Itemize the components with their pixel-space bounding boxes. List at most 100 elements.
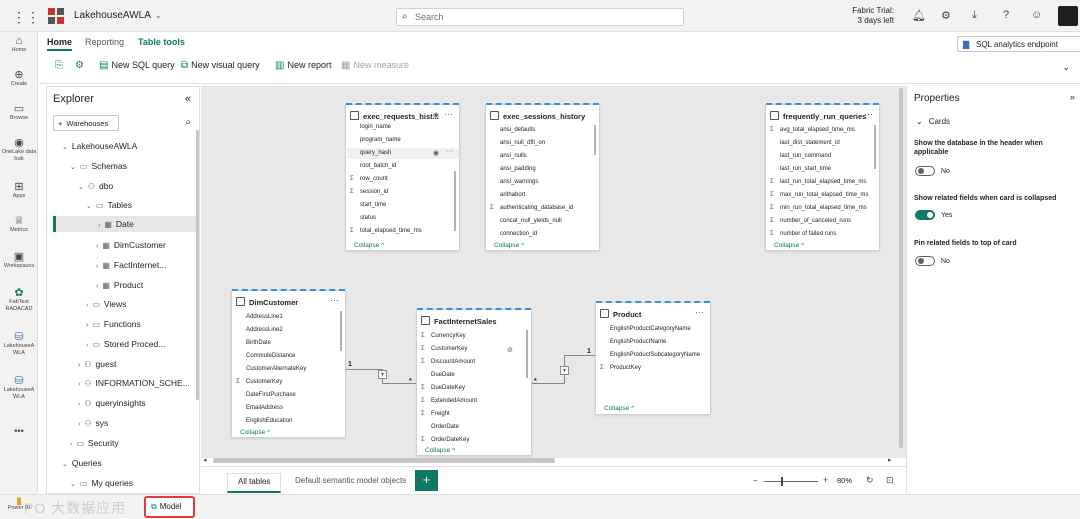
field[interactable]: Σmax_run_total_elapsed_time_ms	[770, 192, 868, 198]
field[interactable]: CommuteDistance	[246, 353, 295, 359]
ribbon-expand-icon[interactable]: ⌄	[1062, 62, 1070, 73]
tab-all-tables[interactable]: All tables	[227, 473, 282, 493]
card-scrollbar[interactable]	[340, 311, 342, 351]
field[interactable]: Σ ProductKey	[600, 365, 641, 371]
field[interactable]: root_batch_id	[360, 163, 396, 169]
relationship-line[interactable]	[564, 355, 595, 356]
rail-metrics[interactable]: ♕ Metrics	[0, 216, 38, 234]
rail-lakehouse-2[interactable]: ⛁ LakehouseA WLA	[0, 376, 38, 401]
bell-icon[interactable]: 🔔︎	[912, 9, 926, 22]
rail-fabtest[interactable]: ✿ FabTest RADACAD	[0, 288, 38, 313]
hidden-eye-icon[interactable]: ⊘	[507, 346, 513, 354]
show-related-fields-toggle[interactable]	[915, 210, 935, 220]
search-box[interactable]: ⌕ Search	[396, 8, 684, 26]
zoom-out-icon[interactable]: −	[753, 476, 758, 485]
collapse-link[interactable]: Collapse ^	[425, 447, 455, 454]
field[interactable]: Σlast_run_total_elapsed_time_ms	[770, 179, 866, 185]
field[interactable]: Σnumber of failed runs	[770, 231, 836, 237]
add-warehouses-button[interactable]: + Warehouses	[53, 115, 119, 131]
new-report-button[interactable]: ▥ New report	[275, 60, 331, 71]
cards-section-header[interactable]: ⌄ Cards	[916, 117, 950, 126]
field[interactable]: ansi_padding	[500, 166, 536, 172]
card-exec-requests-history[interactable]: exec_requests_hist... ◉ ··· login_name p…	[345, 103, 460, 251]
field[interactable]: DateFirstPurchase	[246, 392, 296, 398]
rail-lakehouse-1[interactable]: ⛁ LakehouseA WLA	[0, 332, 38, 357]
tree-my-queries[interactable]: ⌄ ▭ My queries	[70, 478, 133, 488]
card-scrollbar[interactable]	[454, 171, 456, 231]
rail-apps[interactable]: ⊞ Apps	[0, 182, 38, 200]
new-visual-query-button[interactable]: ⧉ New visual query	[181, 60, 260, 71]
avatar[interactable]	[1058, 6, 1078, 26]
rail-onelake[interactable]: ◉ OneLake data hub	[0, 138, 38, 163]
card-scrollbar[interactable]	[594, 125, 596, 155]
more-options-icon[interactable]: ···	[695, 307, 704, 317]
field[interactable]: last_run_command	[780, 153, 831, 159]
tree-guest[interactable]: › ⚇ guest	[78, 359, 116, 369]
tree-tables[interactable]: ⌄ ▭ Tables	[86, 200, 132, 210]
rail-home[interactable]: ⌂ Home	[0, 36, 38, 54]
more-options-icon[interactable]: ···	[446, 148, 453, 155]
field[interactable]: start_time	[360, 202, 386, 208]
card-factinternetsales[interactable]: FactInternetSales Σ CurrencyKey Σ Customer…	[416, 308, 532, 456]
more-options-icon[interactable]: ···	[330, 295, 339, 305]
field[interactable]: AddressLine1	[246, 314, 283, 320]
zoom-slider[interactable]	[764, 481, 818, 482]
rail-create[interactable]: ⊕ Create	[0, 70, 38, 88]
field[interactable]: Σavg_total_elapsed_time_ms	[770, 127, 855, 133]
scroll-left-icon[interactable]: ◂	[203, 456, 207, 464]
field[interactable]: Σmin_run_total_elapsed_time_ms	[770, 205, 867, 211]
tree-lakehouse[interactable]: ⌄ LakehouseAWLA	[62, 141, 137, 151]
help-icon[interactable]: ?	[1003, 9, 1009, 21]
field[interactable]: Σ CustomerKey	[421, 346, 467, 352]
relationship-line[interactable]	[346, 369, 382, 370]
field[interactable]: DueDate	[431, 372, 455, 378]
workspace-name[interactable]: LakehouseAWLA ⌄	[74, 10, 162, 21]
tree-schemas[interactable]: ⌄ ▭ Schemas	[70, 161, 127, 171]
field[interactable]: Σ Freight	[421, 411, 450, 417]
tree-dbo[interactable]: ⌄ ⚇ dbo	[78, 181, 113, 191]
field[interactable]: EnglishProductName	[610, 339, 666, 345]
field[interactable]: Σ CustomerKey	[236, 379, 282, 385]
field[interactable]: Σtotal_elapsed_time_ms	[350, 228, 422, 234]
rail-workspaces[interactable]: ▣ Workspaces	[0, 252, 38, 270]
scroll-right-icon[interactable]: ▸	[888, 456, 892, 464]
tree-security[interactable]: › ▭ Security	[70, 438, 119, 448]
tree-stored-procedures[interactable]: › ▭ Stored Proced...	[86, 339, 165, 349]
field[interactable]: arithabort	[500, 192, 525, 198]
canvas-horizontal-scrollbar[interactable]	[213, 458, 555, 463]
field[interactable]: EnglishProductCategoryName	[610, 326, 691, 332]
new-item-icon[interactable]: ⎘	[55, 60, 66, 71]
collapse-link[interactable]: Collapse ^	[240, 429, 270, 436]
field[interactable]: Σrow_count	[350, 176, 388, 182]
eye-icon[interactable]: ◉	[433, 111, 439, 119]
expand-pane-icon[interactable]: »	[1070, 92, 1075, 102]
card-frequently-run-queries[interactable]: frequently_run_queries ··· Σavg_total_el…	[765, 103, 880, 251]
field[interactable]: status	[360, 215, 376, 221]
rail-browse[interactable]: ▭ Browse	[0, 104, 38, 122]
collapse-pane-icon[interactable]: «	[185, 93, 191, 105]
field[interactable]: AddressLine2	[246, 327, 283, 333]
tab-reporting[interactable]: Reporting	[85, 37, 124, 47]
add-layout-button[interactable]: +	[415, 470, 438, 491]
field[interactable]: Σauthenticating_database_id	[490, 205, 573, 211]
card-scrollbar[interactable]	[874, 125, 876, 169]
field[interactable]: Σsession_id	[350, 189, 388, 195]
zoom-slider-thumb[interactable]	[781, 477, 783, 486]
field[interactable]: program_name	[360, 137, 401, 143]
field[interactable]: Σnumber_of_canceled_runs	[770, 218, 851, 224]
feedback-icon[interactable]: ☺	[1031, 9, 1042, 21]
tree-table-date[interactable]: › ▦ Date	[53, 216, 196, 232]
pin-related-fields-toggle[interactable]	[915, 256, 935, 266]
field[interactable]: Σ CurrencyKey	[421, 333, 466, 339]
card-scrollbar[interactable]	[526, 330, 528, 378]
canvas-vertical-scrollbar[interactable]	[899, 88, 903, 448]
card-exec-sessions-history[interactable]: exec_sessions_history ansi_defaults ansi…	[485, 103, 600, 251]
field[interactable]: EmailAddress	[246, 405, 283, 411]
field[interactable]: query_hash	[360, 150, 391, 156]
new-measure-button[interactable]: ▦ New measure	[341, 60, 409, 71]
show-database-toggle[interactable]	[915, 166, 935, 176]
collapse-link[interactable]: Collapse ^	[774, 242, 804, 249]
more-options-icon[interactable]: ···	[864, 109, 873, 119]
trial-status[interactable]: Fabric Trial: 3 days left	[850, 6, 894, 26]
card-dimcustomer[interactable]: DimCustomer ··· AddressLine1 AddressLine…	[231, 289, 346, 438]
